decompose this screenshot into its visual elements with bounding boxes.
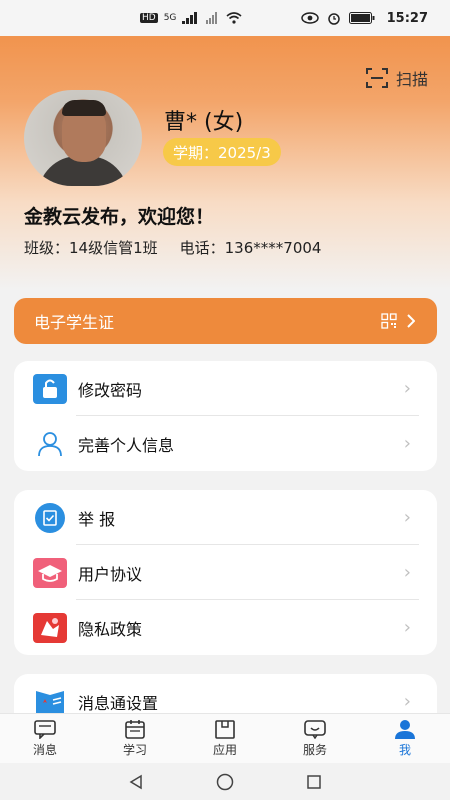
lock-icon bbox=[32, 373, 68, 405]
tab-messages[interactable]: 消息 bbox=[0, 714, 90, 763]
system-nav-bar bbox=[0, 763, 450, 800]
tab-services[interactable]: 服务 bbox=[270, 714, 360, 763]
scan-icon bbox=[365, 68, 388, 88]
report-icon bbox=[32, 502, 68, 534]
signal-icon bbox=[182, 12, 198, 24]
tab-apps[interactable]: 应用 bbox=[180, 714, 270, 763]
chevron-right-icon bbox=[407, 314, 415, 328]
menu-item-report[interactable]: 举 报 › bbox=[14, 490, 437, 545]
menu-item-label: 完善个人信息 bbox=[78, 435, 175, 455]
service-chat-icon bbox=[304, 720, 326, 739]
student-card-label: 电子学生证 bbox=[34, 313, 115, 332]
tab-label: 我 bbox=[398, 743, 411, 757]
status-time: 15:27 bbox=[386, 10, 428, 26]
tab-label: 消息 bbox=[32, 743, 57, 757]
scan-button[interactable]: 扫描 bbox=[365, 66, 428, 90]
menu-item-complete-profile[interactable]: 完善个人信息 › bbox=[14, 416, 437, 471]
home-icon[interactable] bbox=[216, 773, 234, 791]
menu-item-label: 举 报 bbox=[78, 509, 116, 529]
tab-label: 学习 bbox=[122, 743, 147, 757]
student-card-button[interactable]: 电子学生证 bbox=[14, 298, 437, 344]
avatar[interactable] bbox=[24, 90, 142, 186]
menu-item-user-agreement[interactable]: 用户协议 › bbox=[14, 545, 437, 600]
term-badge: 学期：2025/3 bbox=[163, 138, 281, 166]
tab-me[interactable]: 我 bbox=[360, 714, 450, 763]
hd-badge: HD bbox=[140, 13, 158, 23]
menu-item-label: 消息通设置 bbox=[78, 693, 159, 713]
eye-icon bbox=[300, 12, 319, 24]
user-name: 曹* (女) bbox=[164, 110, 244, 135]
chevron-right-icon: › bbox=[403, 562, 411, 583]
recents-icon[interactable] bbox=[306, 774, 322, 790]
chevron-right-icon: › bbox=[403, 617, 411, 638]
chevron-right-icon: › bbox=[403, 691, 411, 712]
status-network: HD 5G bbox=[140, 0, 242, 36]
battery-icon bbox=[348, 12, 375, 24]
policy-menu-group: 举 报 › 用户协议 › 隐私政策 › bbox=[14, 490, 437, 655]
welcome-text: 金教云发布，欢迎您！ bbox=[24, 206, 215, 228]
wifi-icon bbox=[226, 12, 242, 24]
mortarboard-icon bbox=[32, 557, 68, 589]
tab-label: 服务 bbox=[302, 743, 327, 757]
user-outline-icon bbox=[32, 428, 68, 460]
chevron-right-icon: › bbox=[403, 378, 411, 399]
back-icon[interactable] bbox=[128, 774, 144, 790]
signal-label: 5G bbox=[163, 13, 177, 23]
tab-label: 应用 bbox=[212, 743, 237, 757]
signal-2-icon bbox=[206, 12, 218, 24]
menu-item-label: 用户协议 bbox=[78, 564, 143, 584]
chevron-right-icon: › bbox=[403, 507, 411, 528]
tab-study[interactable]: 学习 bbox=[90, 714, 180, 763]
privacy-icon bbox=[32, 612, 68, 644]
bottom-tab-bar: 消息 学习 应用 服务 我 bbox=[0, 713, 450, 763]
menu-item-privacy-policy[interactable]: 隐私政策 › bbox=[14, 600, 437, 655]
class-info: 班级：14级信管1班 bbox=[24, 239, 158, 257]
menu-item-label: 修改密码 bbox=[78, 380, 143, 400]
menu-item-change-password[interactable]: 修改密码 › bbox=[14, 361, 437, 416]
alarm-icon bbox=[327, 13, 340, 25]
message-icon bbox=[34, 720, 56, 739]
calendar-icon bbox=[125, 720, 145, 739]
chevron-right-icon: › bbox=[403, 433, 411, 454]
app-box-icon bbox=[215, 720, 235, 739]
person-icon bbox=[395, 720, 415, 739]
qr-code-icon bbox=[381, 313, 397, 329]
scan-label: 扫描 bbox=[395, 70, 428, 89]
status-bar: HD 5G 15:27 bbox=[0, 0, 450, 36]
menu-item-label: 隐私政策 bbox=[78, 619, 143, 639]
phone-info: 电话：136****7004 bbox=[179, 239, 322, 257]
user-info-line: 班级：14级信管1班 电话：136****7004 bbox=[24, 237, 321, 258]
account-menu-group: 修改密码 › 完善个人信息 › bbox=[14, 361, 437, 471]
